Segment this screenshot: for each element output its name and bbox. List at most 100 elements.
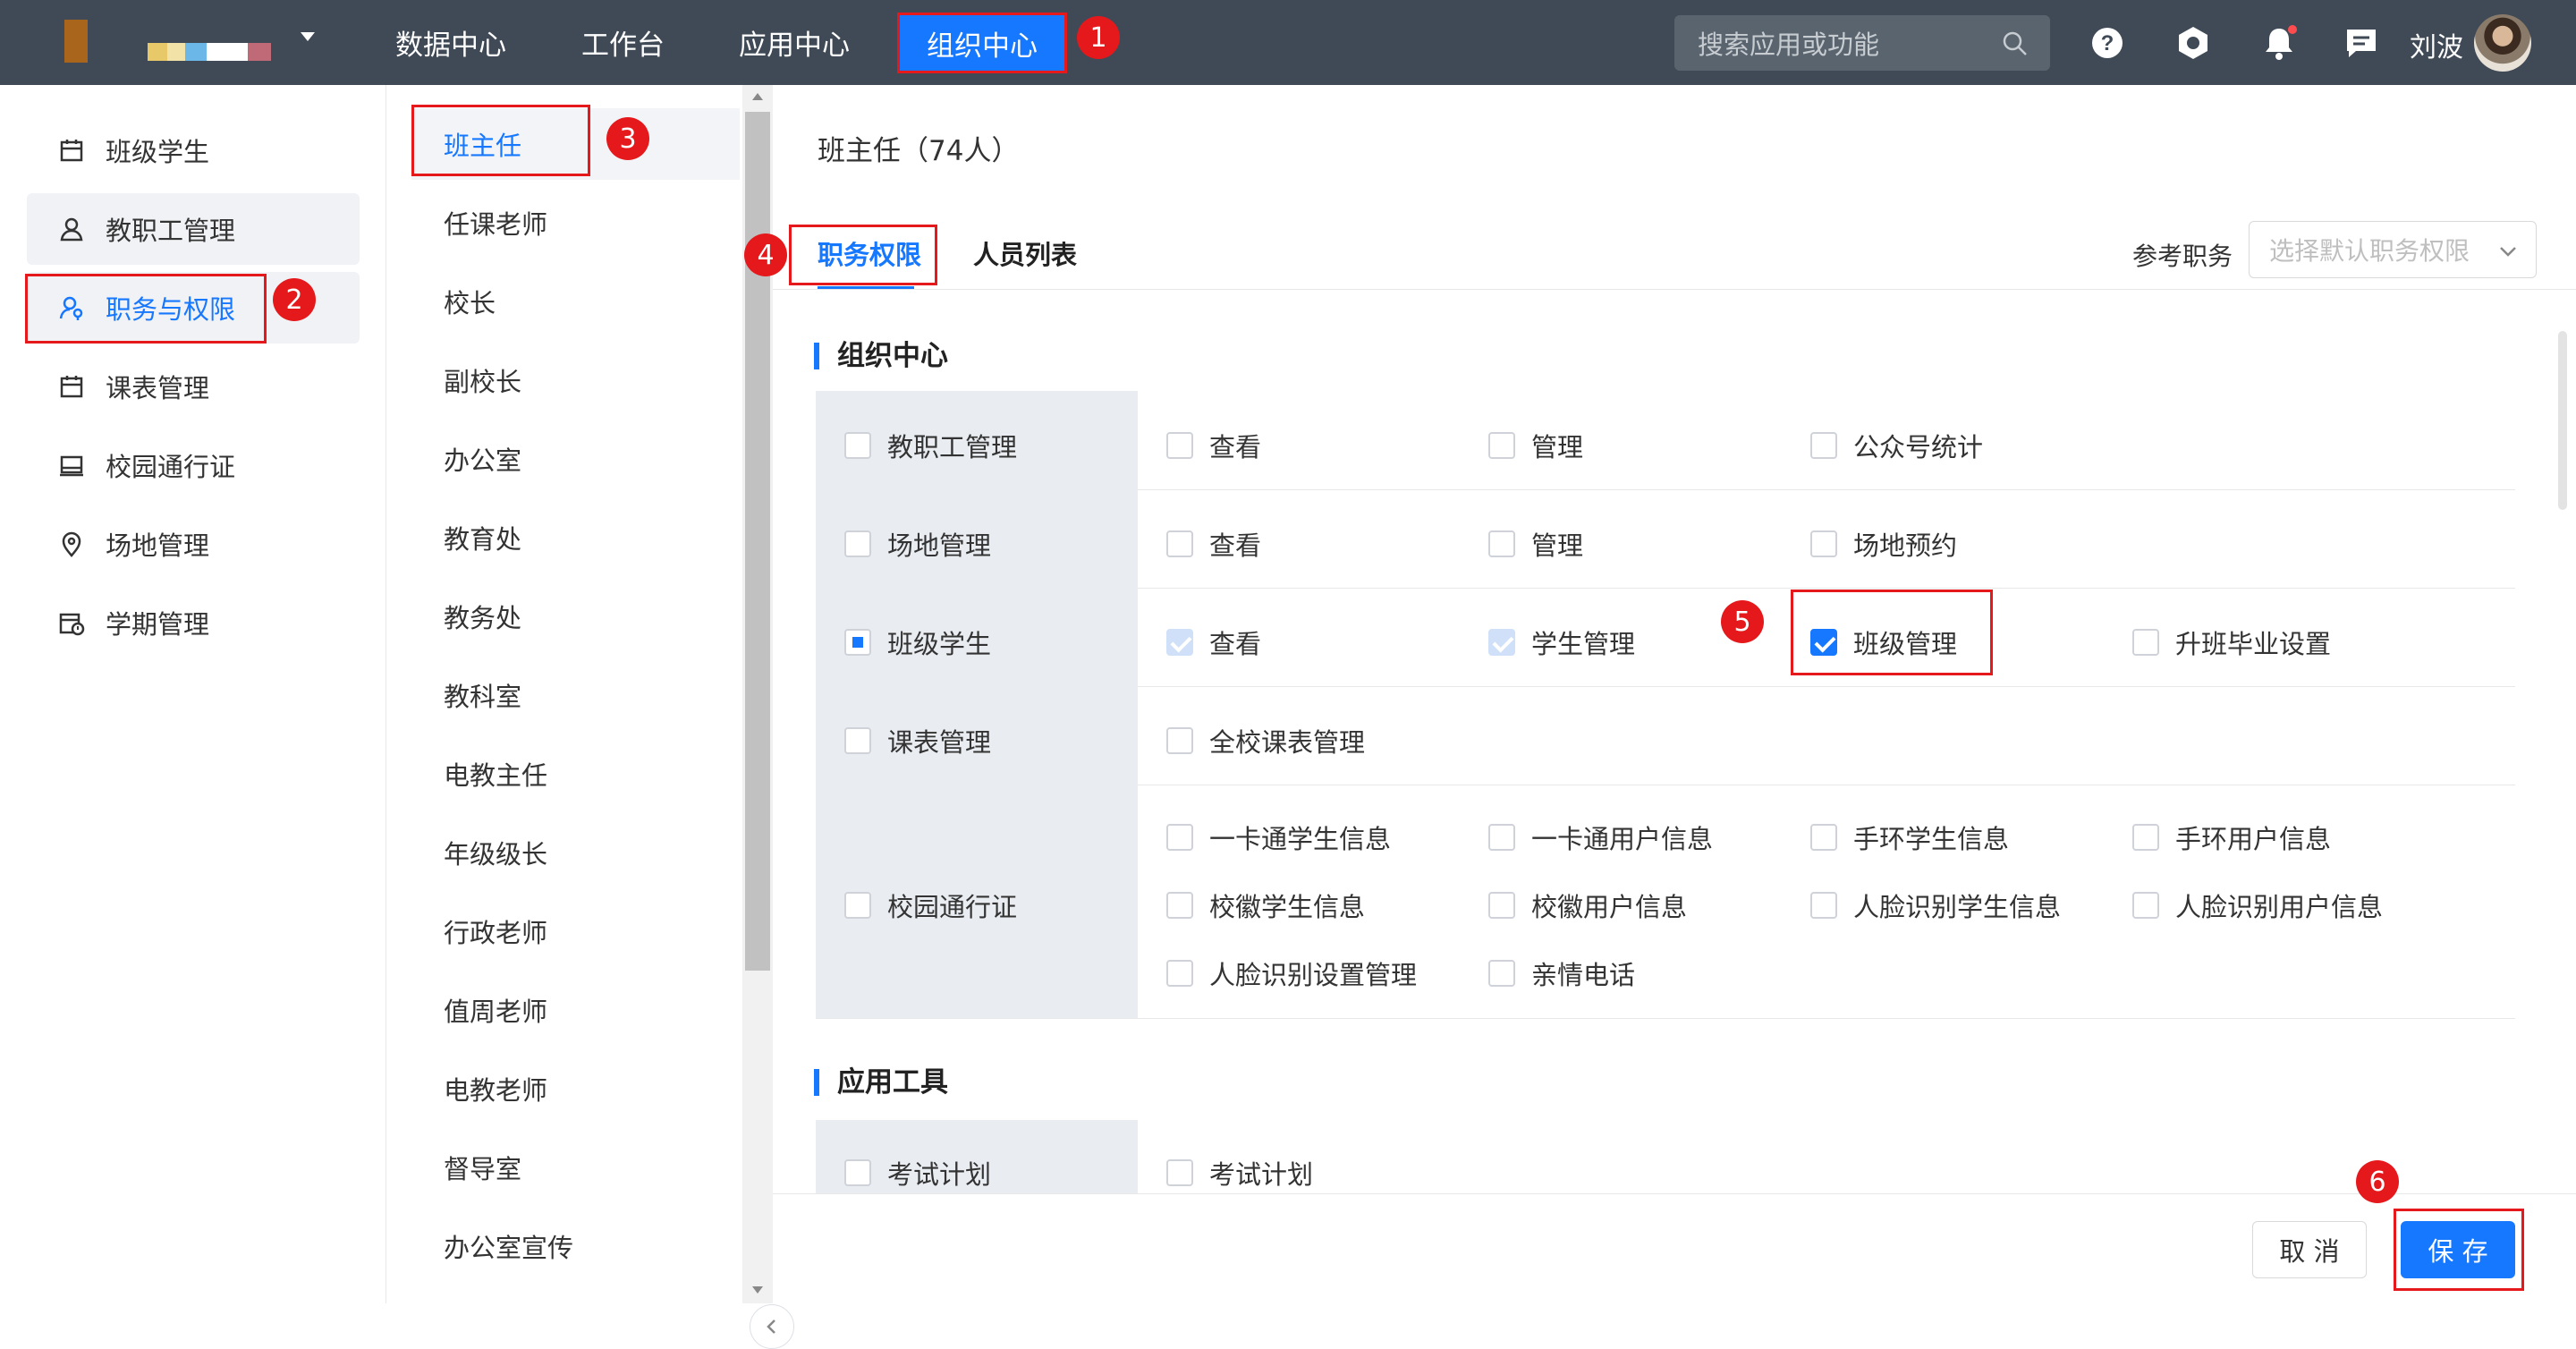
sidebar-item-timetable[interactable]: 课表管理: [27, 351, 360, 422]
checkbox[interactable]: [2132, 629, 2159, 656]
role-item[interactable]: 督导室: [411, 1132, 740, 1203]
cancel-button[interactable]: 取 消: [2252, 1221, 2367, 1278]
checkbox[interactable]: [1810, 629, 1837, 656]
checkbox[interactable]: [1166, 1159, 1193, 1186]
perm-checkbox[interactable]: 一卡通用户信息: [1488, 819, 1713, 856]
tab-role-permissions[interactable]: 职务权限: [818, 234, 921, 272]
role-item[interactable]: 教育处: [411, 502, 740, 573]
settings-hex-icon[interactable]: [2175, 25, 2211, 61]
help-icon[interactable]: ?: [2089, 25, 2125, 61]
collapse-sidebar-button[interactable]: [750, 1304, 794, 1349]
school-name-redacted[interactable]: [148, 43, 271, 61]
nav-workbench[interactable]: 工作台: [581, 0, 665, 85]
perm-checkbox[interactable]: 查看: [1166, 624, 1261, 661]
checkbox[interactable]: [1166, 824, 1193, 851]
checkbox[interactable]: [844, 727, 871, 754]
perm-checkbox[interactable]: 人脸识别学生信息: [1810, 887, 2061, 924]
role-item[interactable]: 副校长: [411, 344, 740, 416]
avatar[interactable]: [2474, 14, 2531, 72]
scroll-up-arrow-icon[interactable]: [751, 92, 764, 101]
checkbox[interactable]: [2132, 824, 2159, 851]
checkbox-label: 手环学生信息: [1853, 824, 2010, 854]
checkbox[interactable]: [1488, 629, 1515, 656]
sidebar-item-staff[interactable]: 教职工管理: [27, 193, 360, 265]
perm-checkbox[interactable]: 手环学生信息: [1810, 819, 2009, 856]
perm-checkbox[interactable]: 校徽用户信息: [1488, 887, 1687, 924]
tab-member-list[interactable]: 人员列表: [973, 234, 1077, 272]
perm-checkbox[interactable]: 校徽学生信息: [1166, 887, 1365, 924]
role-item[interactable]: 行政老师: [411, 895, 740, 967]
checkbox[interactable]: [1166, 432, 1193, 459]
checkbox[interactable]: [1166, 892, 1193, 919]
checkbox[interactable]: [1166, 960, 1193, 987]
perm-checkbox[interactable]: 全校课表管理: [1166, 722, 1365, 759]
perm-checkbox-class-management[interactable]: 班级管理: [1810, 624, 1957, 661]
role-item[interactable]: 电教老师: [411, 1053, 740, 1124]
checkbox[interactable]: [844, 530, 871, 557]
checkbox[interactable]: [1488, 432, 1515, 459]
perm-checkbox[interactable]: 场地预约: [1810, 525, 1957, 563]
perm-checkbox[interactable]: 学生管理: [1488, 624, 1635, 661]
perm-checkbox[interactable]: 人脸识别设置管理: [1166, 954, 1417, 992]
role-item[interactable]: 任课老师: [411, 187, 740, 259]
nav-app-center[interactable]: 应用中心: [739, 0, 850, 85]
search-input[interactable]: 搜索应用或功能: [1674, 15, 2050, 71]
checkbox[interactable]: [1810, 432, 1837, 459]
perm-checkbox[interactable]: 公众号统计: [1810, 427, 1983, 464]
role-item[interactable]: 值周老师: [411, 974, 740, 1046]
sidebar-item-semester[interactable]: 学期管理: [27, 587, 360, 658]
perm-checkbox[interactable]: 手环用户信息: [2132, 819, 2331, 856]
checkbox[interactable]: [1810, 824, 1837, 851]
nav-data-center[interactable]: 数据中心: [395, 0, 506, 85]
sidebar-item-class-students[interactable]: 班级学生: [27, 115, 360, 186]
perm-checkbox[interactable]: 考试计划: [1166, 1154, 1313, 1192]
module-checkbox-staff[interactable]: 教职工管理: [844, 427, 1017, 464]
checkbox[interactable]: [1488, 960, 1515, 987]
perm-checkbox[interactable]: 管理: [1488, 427, 1583, 464]
nav-org-center[interactable]: 组织中心: [897, 13, 1067, 73]
caret-down-icon[interactable]: [301, 32, 315, 41]
scroll-down-arrow-icon[interactable]: [751, 1285, 764, 1294]
module-checkbox-timetable[interactable]: 课表管理: [844, 722, 991, 759]
role-item[interactable]: 教科室: [411, 659, 740, 731]
perm-checkbox[interactable]: 查看: [1166, 525, 1261, 563]
bell-icon[interactable]: [2261, 25, 2297, 61]
sidebar-item-campus-pass[interactable]: 校园通行证: [27, 429, 360, 501]
checkbox[interactable]: [1488, 892, 1515, 919]
role-item[interactable]: 校长: [411, 266, 740, 337]
content-scrollbar[interactable]: [2558, 331, 2567, 510]
checkbox[interactable]: [844, 629, 871, 656]
module-checkbox-campus-pass[interactable]: 校园通行证: [844, 887, 1017, 924]
perm-checkbox[interactable]: 一卡通学生信息: [1166, 819, 1391, 856]
reference-role-select[interactable]: 选择默认职务权限: [2249, 221, 2537, 278]
checkbox[interactable]: [1488, 530, 1515, 557]
checkbox[interactable]: [844, 892, 871, 919]
user-name[interactable]: 刘波: [2410, 25, 2463, 64]
perm-checkbox[interactable]: 人脸识别用户信息: [2132, 887, 2383, 924]
perm-checkbox[interactable]: 查看: [1166, 427, 1261, 464]
sidebar-item-venue[interactable]: 场地管理: [27, 508, 360, 580]
message-icon[interactable]: [2343, 25, 2379, 61]
role-item[interactable]: 年级级长: [411, 817, 740, 888]
role-item[interactable]: 办公室: [411, 423, 740, 495]
checkbox[interactable]: [1166, 629, 1193, 656]
role-item[interactable]: 电教主任: [411, 738, 740, 810]
checkbox[interactable]: [1810, 530, 1837, 557]
perm-checkbox[interactable]: 亲情电话: [1488, 954, 1635, 992]
role-item[interactable]: 班主任: [411, 108, 740, 180]
perm-checkbox[interactable]: 升班毕业设置: [2132, 624, 2331, 661]
perm-checkbox[interactable]: 管理: [1488, 525, 1583, 563]
module-checkbox-class-students[interactable]: 班级学生: [844, 624, 991, 661]
checkbox[interactable]: [1810, 892, 1837, 919]
checkbox[interactable]: [1488, 824, 1515, 851]
role-item[interactable]: 教务处: [411, 581, 740, 652]
module-checkbox-exam-plan[interactable]: 考试计划: [844, 1154, 991, 1192]
checkbox[interactable]: [2132, 892, 2159, 919]
checkbox[interactable]: [1166, 530, 1193, 557]
module-checkbox-venue[interactable]: 场地管理: [844, 525, 991, 563]
checkbox[interactable]: [844, 1159, 871, 1186]
checkbox[interactable]: [1166, 727, 1193, 754]
checkbox[interactable]: [844, 432, 871, 459]
role-item[interactable]: 办公室宣传: [411, 1210, 740, 1282]
save-button[interactable]: 保 存: [2401, 1221, 2515, 1278]
